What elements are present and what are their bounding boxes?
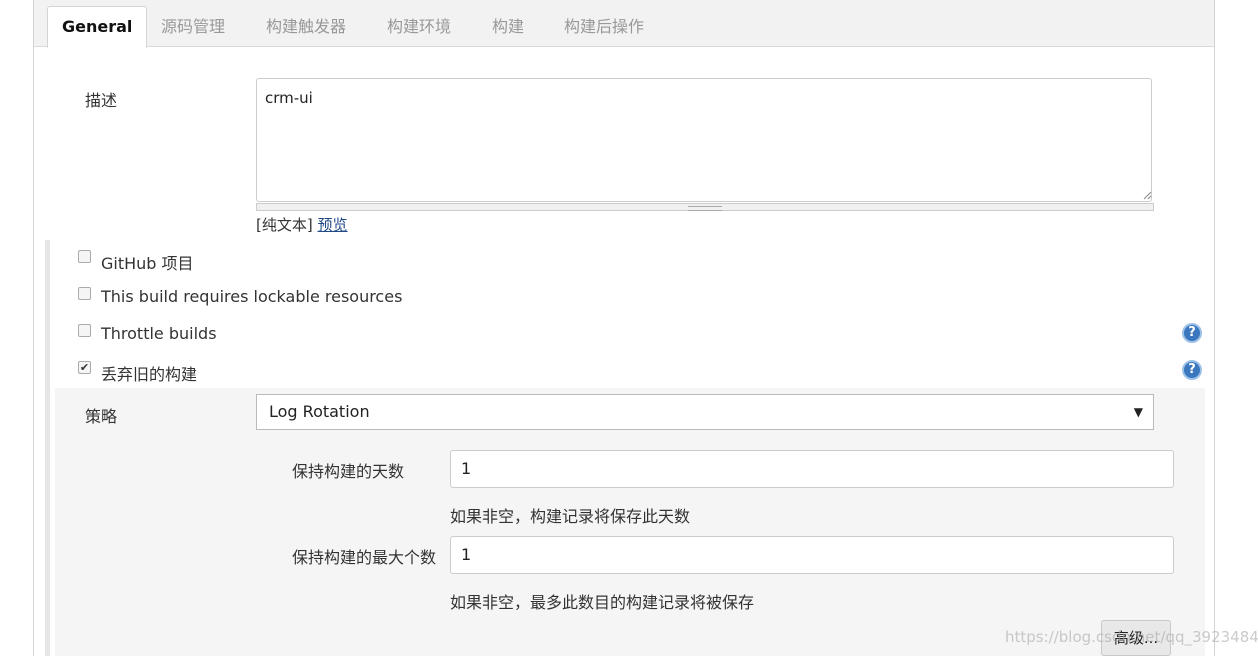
github-project-checkbox[interactable] [78,250,91,263]
tab-bar: General 源码管理 构建触发器 构建环境 构建 构建后操作 [34,0,1214,48]
discard-old-builds-label: 丢弃旧的构建 [101,365,198,384]
strategy-select[interactable]: Log Rotation ▼ [256,394,1154,430]
help-icon[interactable]: ? [1182,360,1202,380]
textarea-resize-bar[interactable] [256,203,1154,211]
days-to-keep-note: 如果非空，构建记录将保存此天数 [450,507,691,526]
max-builds-input[interactable]: 1 [450,536,1174,574]
config-frame: General 源码管理 构建触发器 构建环境 构建 构建后操作 描述 crm-… [33,0,1215,656]
dropdown-arrow-icon: ▼ [1133,405,1143,419]
throttle-builds-label: Throttle builds [101,324,217,343]
lockable-resources-label: This build requires lockable resources [101,287,403,306]
tab-scm[interactable]: 源码管理 [161,13,225,37]
plain-text-label: [纯文本] [256,216,313,234]
tab-general[interactable]: General [47,6,148,48]
throttle-builds-checkbox[interactable] [78,324,91,337]
days-to-keep-label: 保持构建的天数 [292,462,405,481]
strategy-select-value: Log Rotation [269,402,370,421]
max-builds-label: 保持构建的最大个数 [292,548,437,567]
tab-post-build[interactable]: 构建后操作 [564,13,644,37]
description-format-hint: [纯文本] 预览 [256,214,348,235]
watermark: https://blog.csdn.net/qq_39234840 [1005,628,1258,646]
tab-build[interactable]: 构建 [492,13,524,37]
days-to-keep-input[interactable]: 1 [450,450,1174,488]
preview-link[interactable]: 预览 [318,216,348,234]
tab-build-environment[interactable]: 构建环境 [387,13,451,37]
help-icon[interactable]: ? [1182,323,1202,343]
lockable-resources-checkbox[interactable] [78,287,91,300]
grip-icon [688,206,722,211]
description-textarea[interactable]: crm-ui [256,78,1152,202]
github-project-label: GitHub 项目 [101,254,194,273]
description-label: 描述 [85,91,118,110]
resize-corner-icon[interactable] [1142,190,1152,200]
discard-old-builds-checkbox[interactable]: ✔ [78,361,91,374]
max-builds-note: 如果非空，最多此数目的构建记录将被保存 [450,593,755,612]
strategy-label: 策略 [85,407,118,426]
tab-build-triggers[interactable]: 构建触发器 [266,13,346,37]
